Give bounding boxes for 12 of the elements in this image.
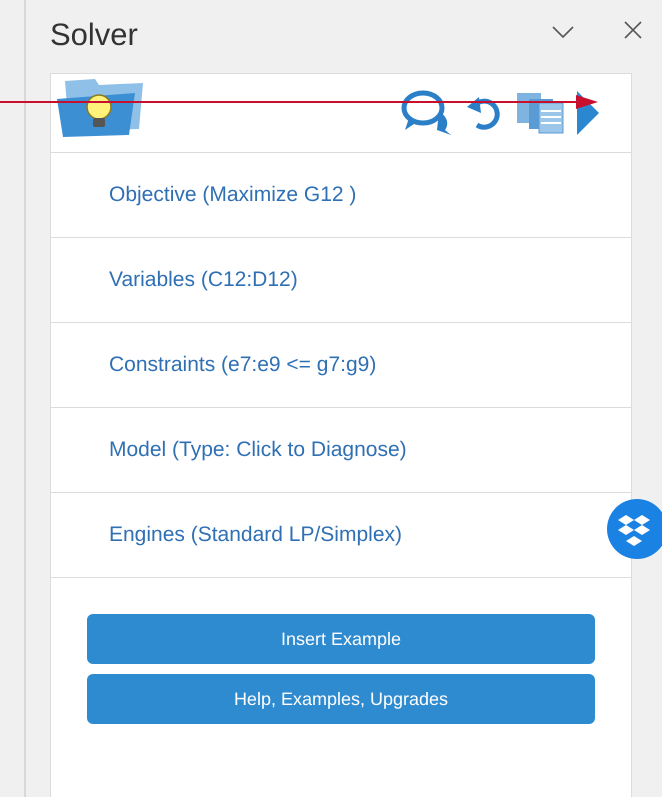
section-link[interactable]: Variables (C12:D12)	[109, 268, 298, 292]
section-link[interactable]: Objective (Maximize G12 )	[109, 183, 356, 207]
section-link[interactable]: Engines (Standard LP/Simplex)	[109, 523, 402, 547]
section-link[interactable]: Constraints (e7:e9 <= g7:g9)	[109, 353, 376, 377]
pane-title: Solver	[50, 16, 139, 52]
action-button[interactable]: Insert Example	[87, 614, 595, 664]
close-icon[interactable]	[624, 20, 642, 38]
action-button[interactable]: Help, Examples, Upgrades	[87, 674, 595, 724]
section-link[interactable]: Model (Type: Click to Diagnose)	[109, 438, 407, 462]
copy-sheets-icon[interactable]	[515, 91, 565, 135]
chevron-down-icon[interactable]	[552, 26, 574, 38]
dropbox-icon[interactable]	[606, 498, 662, 560]
